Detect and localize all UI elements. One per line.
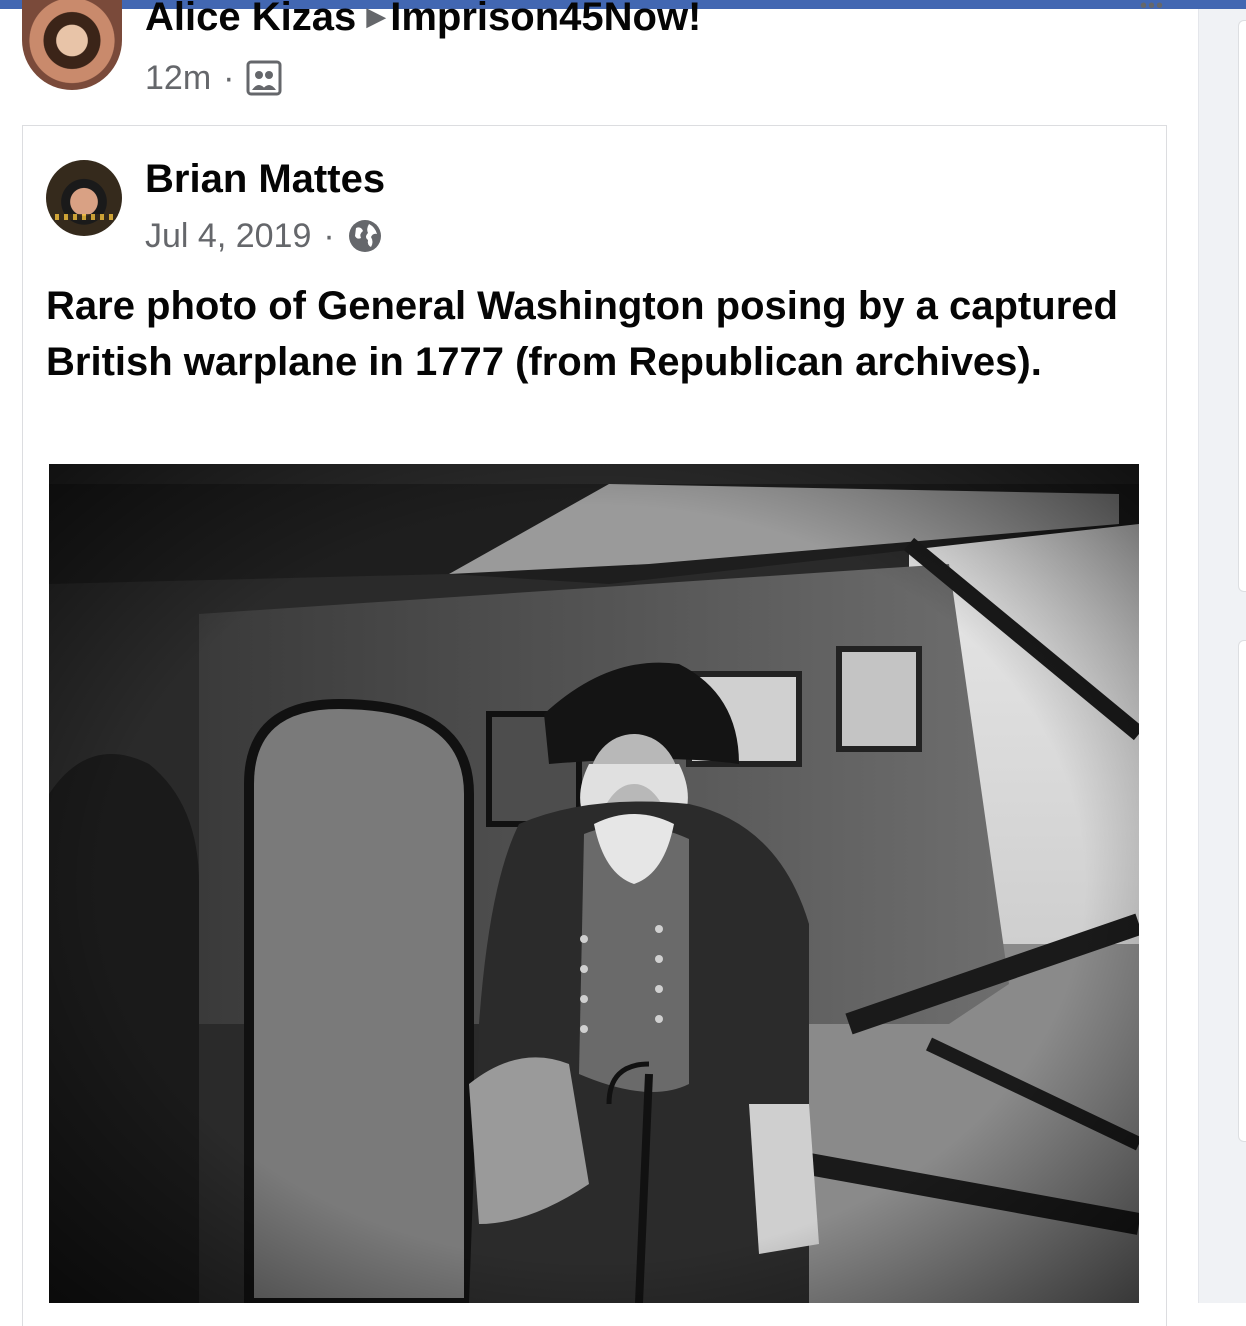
sharer-meta: 12m · — [145, 58, 282, 98]
separator-dot: · — [323, 217, 335, 255]
author-avatar[interactable] — [46, 160, 122, 236]
group-name[interactable]: Imprison45Now! — [390, 0, 701, 39]
post-meta: Jul 4, 2019 · — [145, 216, 383, 256]
sidebar-card — [1238, 640, 1246, 1142]
more-options-icon[interactable]: ••• — [1140, 0, 1164, 16]
share-time[interactable]: 12m — [145, 58, 211, 98]
share-arrow-icon: ▶ — [366, 1, 387, 31]
author-name[interactable]: Brian Mattes — [145, 156, 385, 202]
globe-icon — [347, 218, 383, 254]
post-date[interactable]: Jul 4, 2019 — [145, 216, 311, 256]
post-text: Rare photo of General Washington posing … — [46, 284, 1118, 384]
sharer-header: Alice Kizas ▶ Imprison45Now! — [145, 0, 701, 39]
sidebar-card — [1238, 20, 1246, 592]
photo-image — [49, 464, 1139, 1303]
group-icon — [246, 60, 282, 96]
separator-dot: · — [223, 59, 235, 97]
sharer-name[interactable]: Alice Kizas — [145, 0, 356, 39]
sharer-avatar[interactable] — [22, 0, 122, 90]
post-photo[interactable] — [49, 464, 1139, 1303]
